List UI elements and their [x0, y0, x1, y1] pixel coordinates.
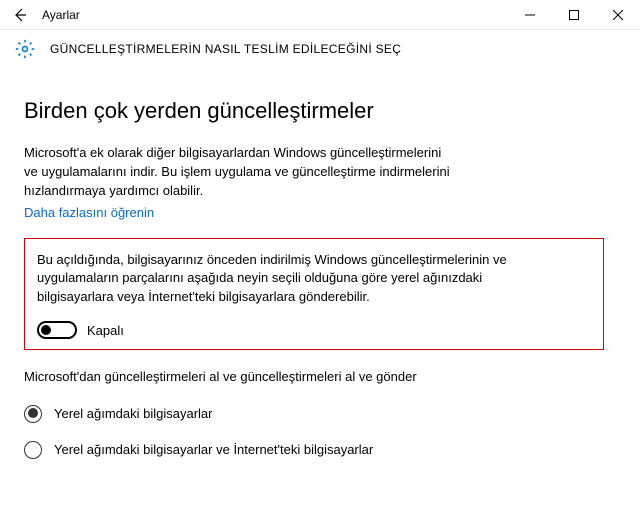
- minimize-button[interactable]: [508, 0, 552, 30]
- radio-option-local[interactable]: Yerel ağımdaki bilgisayarlar: [24, 405, 616, 423]
- window-title: Ayarlar: [42, 8, 80, 22]
- toggle-label: Kapalı: [87, 323, 124, 338]
- close-button[interactable]: [596, 0, 640, 30]
- content-area: Birden çok yerden güncelleştirmeler Micr…: [0, 70, 640, 459]
- settings-icon: [14, 38, 36, 60]
- radio-option-local-and-internet[interactable]: Yerel ağımdaki bilgisayarlar ve İnternet…: [24, 441, 616, 459]
- back-button[interactable]: [6, 1, 34, 29]
- radio-icon: [24, 405, 42, 423]
- toggle-knob-icon: [41, 325, 51, 335]
- close-icon: [613, 10, 623, 20]
- delivery-toggle[interactable]: [37, 321, 77, 339]
- window-controls: [508, 0, 640, 30]
- page-subheading: GÜNCELLEŞTİRMELERİN NASIL TESLİM EDİLECE…: [50, 42, 401, 56]
- arrow-left-icon: [12, 7, 28, 23]
- titlebar: Ayarlar: [0, 0, 640, 30]
- highlighted-section: Bu açıldığında, bilgisayarınız önceden i…: [24, 238, 604, 351]
- radio-label: Yerel ağımdaki bilgisayarlar ve İnternet…: [54, 442, 373, 457]
- radio-icon: [24, 441, 42, 459]
- maximize-button[interactable]: [552, 0, 596, 30]
- learn-more-link[interactable]: Daha fazlasını öğrenin: [24, 205, 154, 220]
- toggle-row: Kapalı: [37, 321, 591, 339]
- maximize-icon: [569, 10, 579, 20]
- radio-section: Microsoft'dan güncelleştirmeleri al ve g…: [24, 368, 616, 459]
- radio-label: Yerel ağımdaki bilgisayarlar: [54, 406, 213, 421]
- page-subheader: GÜNCELLEŞTİRMELERİN NASIL TESLİM EDİLECE…: [0, 30, 640, 70]
- intro-text: Microsoft'a ek olarak diğer bilgisayarla…: [24, 144, 454, 201]
- page-title: Birden çok yerden güncelleştirmeler: [24, 98, 616, 124]
- radio-section-text: Microsoft'dan güncelleştirmeleri al ve g…: [24, 368, 454, 387]
- minimize-icon: [525, 10, 535, 20]
- highlighted-text: Bu açıldığında, bilgisayarınız önceden i…: [37, 251, 557, 308]
